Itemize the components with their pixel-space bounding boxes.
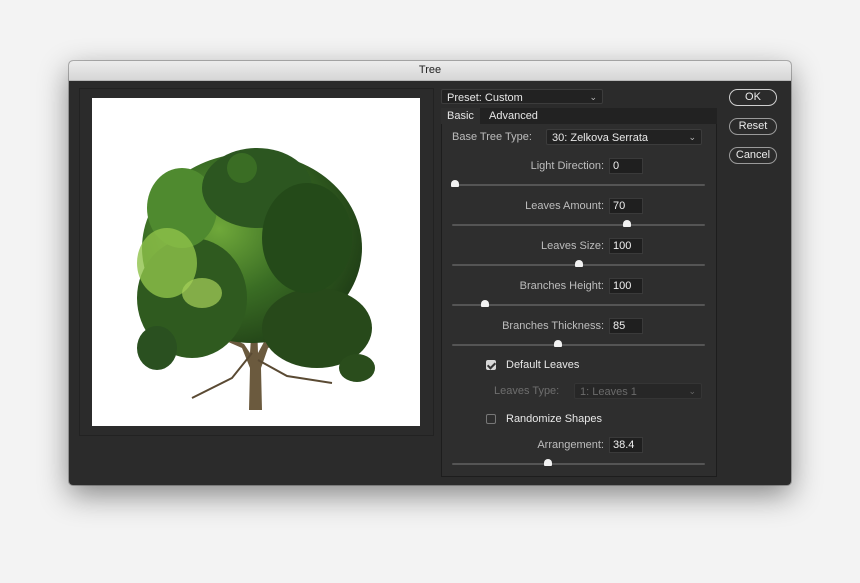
tree-preview: [92, 98, 420, 426]
chevron-down-icon: ⌄: [688, 386, 696, 396]
arrangement-input[interactable]: 38.4: [609, 437, 643, 453]
arrangement-label: Arrangement:: [537, 439, 604, 451]
cancel-button[interactable]: Cancel: [729, 147, 777, 164]
preset-value: Preset: Custom: [447, 92, 523, 104]
slider-thumb[interactable]: [574, 260, 583, 267]
leaves-size-label: Leaves Size:: [541, 240, 604, 252]
default-leaves-checkbox[interactable]: [486, 360, 496, 370]
branches-height-input[interactable]: 100: [609, 278, 643, 294]
leaves-size-input[interactable]: 100: [609, 238, 643, 254]
slider-thumb[interactable]: [622, 220, 631, 227]
leaves-type-value: 1: Leaves 1: [580, 386, 637, 398]
randomize-shapes-label: Randomize Shapes: [506, 413, 603, 425]
tab-advanced[interactable]: Advanced: [483, 108, 544, 124]
leaves-amount-input[interactable]: 70: [609, 198, 643, 214]
slider-thumb[interactable]: [450, 180, 459, 187]
light-direction-slider[interactable]: [450, 180, 705, 190]
light-direction-label: Light Direction:: [530, 160, 604, 172]
slider-thumb[interactable]: [544, 459, 553, 466]
branches-thickness-slider[interactable]: [452, 340, 705, 350]
branches-thickness-input[interactable]: 85: [609, 318, 643, 334]
leaves-type-label: Leaves Type:: [494, 385, 560, 397]
branches-thickness-label: Branches Thickness:: [502, 320, 604, 332]
randomize-shapes-checkbox[interactable]: [486, 414, 496, 424]
ok-button[interactable]: OK: [729, 89, 777, 106]
leaves-amount-slider[interactable]: [452, 220, 705, 230]
tree-image: [137, 148, 375, 410]
leaves-size-slider[interactable]: [452, 260, 705, 270]
base-tree-type-dropdown[interactable]: 30: Zelkova Serrata ⌄: [546, 129, 702, 145]
tree-dialog: Tree Preset: Custom ⌄ Basic Advanced Bas…: [69, 61, 791, 485]
branches-height-label: Branches Height:: [519, 280, 604, 292]
tab-bar: Basic Advanced: [441, 108, 717, 124]
base-tree-type-label: Base Tree Type:: [452, 131, 532, 143]
slider-thumb[interactable]: [554, 340, 563, 347]
arrangement-slider[interactable]: [452, 459, 705, 469]
branches-height-slider[interactable]: [452, 300, 705, 310]
dialog-title: Tree: [69, 61, 791, 81]
preview-frame: [79, 88, 434, 436]
base-tree-type-value: 30: Zelkova Serrata: [552, 132, 648, 144]
tab-basic[interactable]: Basic: [441, 108, 480, 124]
chevron-down-icon: ⌄: [688, 132, 696, 142]
leaves-type-dropdown[interactable]: 1: Leaves 1 ⌄: [574, 383, 702, 399]
reset-button[interactable]: Reset: [729, 118, 777, 135]
preset-dropdown[interactable]: Preset: Custom ⌄: [441, 89, 603, 104]
basic-panel: Base Tree Type: 30: Zelkova Serrata ⌄ Li…: [441, 124, 717, 477]
slider-thumb[interactable]: [480, 300, 489, 307]
chevron-down-icon: ⌄: [589, 92, 597, 102]
light-direction-input[interactable]: 0: [609, 158, 643, 174]
leaves-amount-label: Leaves Amount:: [525, 200, 604, 212]
default-leaves-label: Default Leaves: [506, 359, 580, 371]
